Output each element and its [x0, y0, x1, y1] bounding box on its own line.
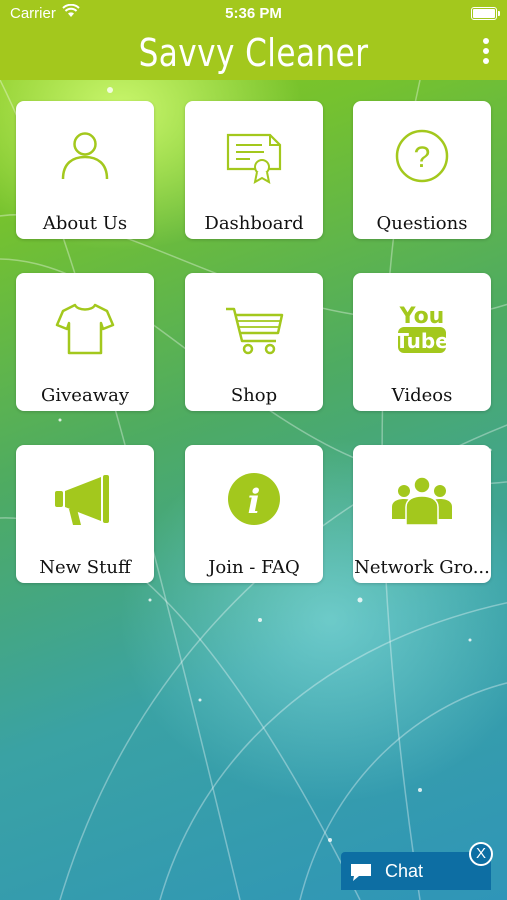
question-icon: ? [395, 129, 449, 183]
status-time: 5:36 PM [225, 5, 282, 22]
tile-videos[interactable]: You Tube Videos [353, 273, 491, 411]
tshirt-icon [55, 303, 115, 355]
app-title: Savvy Cleaner [138, 31, 369, 75]
tile-shop[interactable]: Shop [185, 273, 323, 411]
tile-label: Videos [391, 385, 453, 406]
battery-icon [471, 7, 500, 20]
info-icon: i [228, 473, 280, 525]
tile-label: Network Gro... [354, 557, 490, 578]
svg-text:Tube: Tube [395, 329, 449, 353]
tile-label: Questions [376, 213, 468, 234]
more-vertical-icon[interactable] [479, 38, 493, 64]
chat-bubble-icon [351, 864, 371, 881]
svg-text:i: i [248, 482, 261, 522]
tile-label: Join - FAQ [208, 557, 300, 578]
tile-network-groups[interactable]: Network Gro... [353, 445, 491, 583]
youtube-icon: You Tube [395, 304, 449, 353]
svg-text:?: ? [414, 141, 431, 174]
tile-giveaway[interactable]: Giveaway [16, 273, 154, 411]
tile-about-us[interactable]: About Us [16, 101, 154, 239]
chat-label: Chat [385, 861, 424, 881]
tile-label: About Us [42, 213, 128, 234]
svg-text:You: You [399, 304, 445, 329]
tile-new-stuff[interactable]: New Stuff [16, 445, 154, 583]
tile-dashboard[interactable]: Dashboard [185, 101, 323, 239]
status-bar: Carrier 5:36 PM [0, 0, 507, 28]
app-bar: Savvy Cleaner [0, 28, 507, 80]
chat-button[interactable]: Chat [341, 852, 491, 890]
tile-label: Shop [230, 385, 278, 406]
person-icon [61, 132, 109, 180]
tile-label: Giveaway [41, 385, 129, 406]
tile-questions[interactable]: ? Questions [353, 101, 491, 239]
tile-label: New Stuff [39, 557, 131, 578]
group-icon [392, 476, 452, 526]
certificate-icon [226, 133, 282, 184]
cart-icon [226, 307, 284, 355]
megaphone-icon [55, 475, 109, 525]
tile-label: Dashboard [204, 213, 304, 234]
chat-close-button[interactable]: X [469, 842, 493, 866]
tile-join-faq[interactable]: i Join - FAQ [185, 445, 323, 583]
